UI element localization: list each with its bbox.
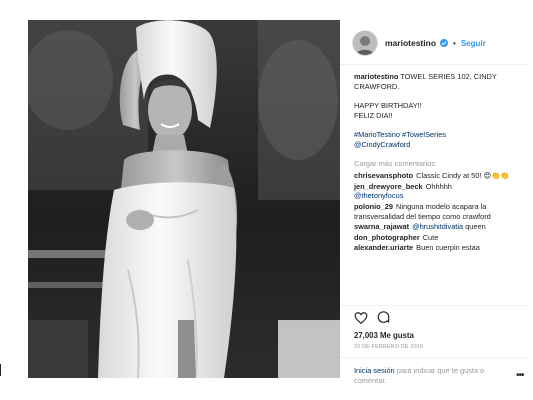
comment-text: Classic Cindy at 50! 😍👏👏 [416, 171, 510, 181]
username[interactable]: mariotestino [385, 38, 436, 48]
caption-username[interactable]: mariotestino [354, 72, 398, 81]
comment-item: polonio_29 Ninguna modelo acapara la tran… [354, 202, 524, 221]
post-side-panel: mariotestino • Seguir mariotestino TOWEL… [340, 20, 530, 385]
comment-text: Buen cuerpin estaa [416, 243, 480, 253]
login-prompt: Inicia sesión para indicar que te gusta … [354, 366, 504, 386]
comment-item: alexander.uriarte Buen cuerpin estaa [354, 243, 524, 253]
likes-count[interactable]: 27,003 Me gusta [354, 331, 414, 340]
caption-mention[interactable]: @CindyCrawford [354, 140, 524, 150]
heart-icon[interactable] [354, 311, 368, 325]
more-options-button[interactable]: ••• [516, 370, 524, 381]
comment-username[interactable]: swarna_rajawat [354, 222, 409, 231]
avatar[interactable] [352, 30, 378, 56]
comment-item: don_photographer Cute [354, 233, 524, 243]
post-date: 20 DE FEBRERO DE 2016 [354, 344, 424, 350]
comment-username[interactable]: don_photographer [354, 233, 420, 242]
caption-hashtags[interactable]: #MarioTestino #TowelSeries [354, 130, 524, 140]
comment-icon[interactable] [377, 311, 391, 325]
footer-divider [340, 357, 530, 358]
header-divider [340, 64, 530, 65]
comment-text: queen [465, 222, 486, 232]
caption-line-3: FELIZ DIA!! [354, 110, 393, 120]
comment-mention[interactable]: @thetonyfocus [354, 191, 403, 200]
post-photo[interactable] [28, 20, 340, 378]
comment-text: Ohhhhh [425, 181, 452, 191]
load-more-comments-button[interactable]: Cargar más comentarios [354, 159, 524, 169]
comment-item: jen_drewyore_beck Ohhhhh @thetonyfocus [354, 182, 524, 201]
follow-button[interactable]: Seguir [461, 39, 486, 48]
comment-item: swarna_rajawat @hrushitdivatia queen [354, 222, 524, 232]
caption-line-2: HAPPY BIRTHDAY!! [354, 101, 422, 111]
post-header: mariotestino • Seguir [352, 28, 527, 58]
photo-image [28, 20, 340, 378]
post-actions [354, 310, 400, 326]
header-separator: • [453, 38, 456, 48]
instagram-post: mariotestino • Seguir mariotestino TOWEL… [20, 20, 530, 385]
comment-mention[interactable]: @hrushitdivatia [412, 222, 463, 231]
comment-text: Cute [422, 232, 439, 242]
comment-username[interactable]: polonio_29 [354, 202, 393, 211]
comment-username[interactable]: chrisevansphoto [354, 171, 413, 180]
comment-item: chrisevansphoto Classic Cindy at 50! 😍👏👏 [354, 171, 524, 181]
comment-username[interactable]: alexander.uriarte [354, 243, 413, 252]
avatar-image [353, 31, 377, 55]
login-link[interactable]: Inicia sesión [354, 366, 395, 375]
actions-divider [340, 305, 530, 306]
comments-list[interactable]: mariotestino TOWEL SERIES 102, CINDY CRA… [354, 72, 524, 302]
caption-tags: #MarioTestino #TowelSeries @CindyCrawfor… [354, 130, 524, 149]
comment-username[interactable]: jen_drewyore_beck [354, 182, 423, 191]
verified-badge-icon [440, 39, 449, 47]
post-caption: mariotestino TOWEL SERIES 102, CINDY CRA… [354, 72, 524, 150]
page-edge-marker [0, 364, 1, 376]
